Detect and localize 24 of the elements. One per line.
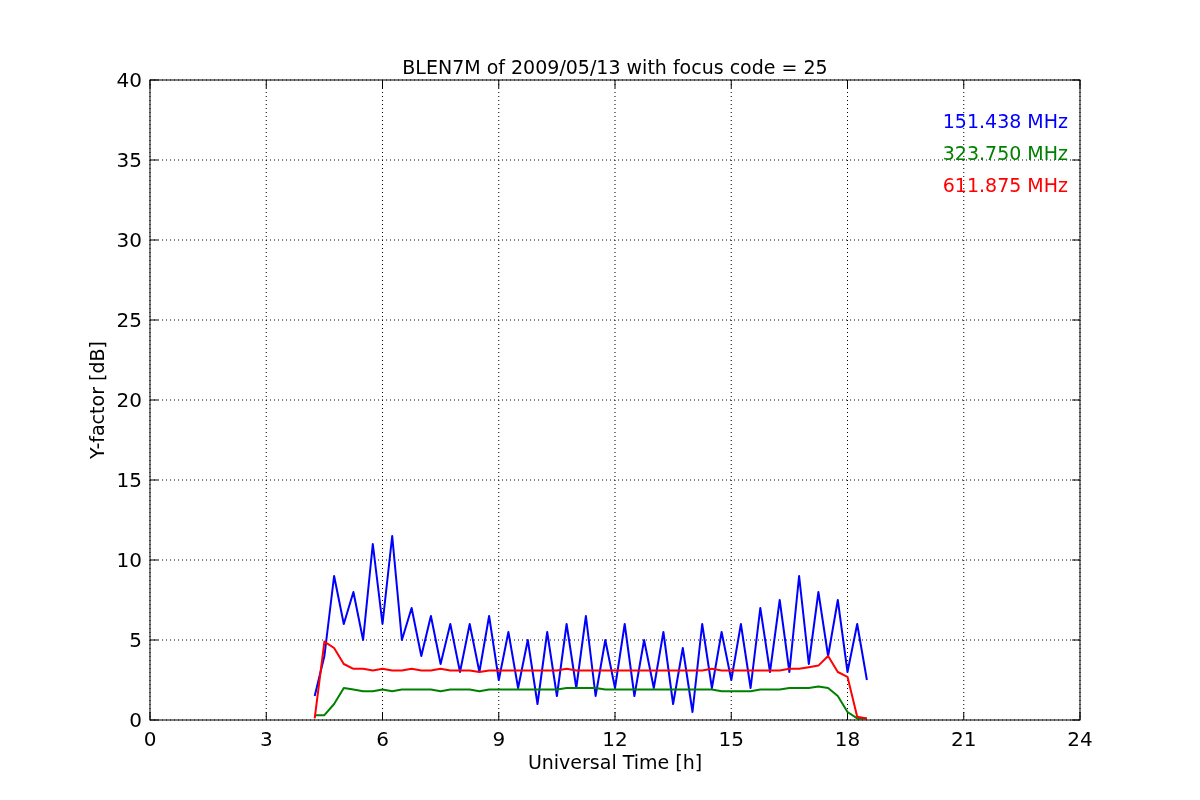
legend-label: 611.875 MHz: [942, 174, 1068, 196]
x-axis-label: Universal Time [h]: [527, 751, 703, 773]
chart-title: BLEN7M of 2009/05/13 with focus code = 25: [402, 56, 828, 78]
legend-label: 323.750 MHz: [942, 142, 1068, 164]
y-tick-label: 25: [116, 308, 142, 332]
y-tick-label: 30: [116, 228, 142, 252]
x-tick-label: 24: [1067, 727, 1093, 751]
x-tick-label: 18: [834, 727, 861, 751]
x-tick-label: 12: [602, 727, 628, 751]
y-tick-label: 10: [116, 548, 142, 572]
x-tick-label: 0: [143, 727, 157, 751]
y-tick-label: 15: [116, 468, 142, 492]
y-tick-label: 20: [116, 388, 142, 412]
x-tick-label: 15: [718, 727, 744, 751]
y-tick-label: 0: [129, 708, 142, 732]
y-tick-label: 35: [116, 148, 142, 172]
x-tick-label: 6: [376, 727, 389, 751]
x-tick-label: 21: [951, 727, 977, 751]
y-tick-label: 40: [116, 68, 142, 92]
y-tick-label: 5: [129, 628, 142, 652]
y-axis-label: Y-factor [dB]: [86, 341, 108, 459]
x-tick-label: 9: [492, 727, 506, 751]
x-tick-label: 3: [259, 727, 273, 751]
legend-label: 151.438 MHz: [942, 110, 1068, 132]
